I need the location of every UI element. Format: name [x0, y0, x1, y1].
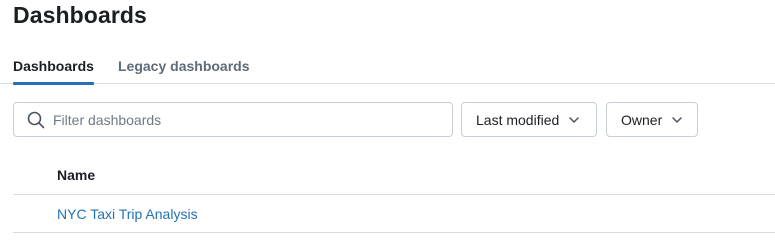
tab-dashboards[interactable]: Dashboards [13, 58, 94, 85]
tab-legacy-dashboards[interactable]: Legacy dashboards [118, 58, 250, 84]
owner-dropdown-label: Owner [621, 111, 663, 128]
search-icon [27, 111, 45, 129]
sort-dropdown[interactable]: Last modified [461, 102, 597, 137]
search-input[interactable] [53, 111, 433, 128]
chevron-down-icon [569, 116, 580, 123]
search-box[interactable] [13, 102, 453, 137]
owner-dropdown[interactable]: Owner [606, 102, 698, 137]
chevron-down-icon [672, 116, 682, 123]
table-row: NYC Taxi Trip Analysis [13, 195, 775, 233]
dashboards-table: Name NYC Taxi Trip Analysis [13, 155, 775, 233]
dashboards-page: Dashboards Dashboards Legacy dashboards … [0, 0, 775, 234]
tab-bar: Dashboards Legacy dashboards [0, 52, 775, 85]
table-header: Name [13, 155, 775, 195]
column-header-name[interactable]: Name [57, 167, 95, 183]
page-title: Dashboards [13, 2, 147, 28]
sort-dropdown-label: Last modified [476, 111, 560, 128]
dashboard-link[interactable]: NYC Taxi Trip Analysis [57, 206, 198, 222]
